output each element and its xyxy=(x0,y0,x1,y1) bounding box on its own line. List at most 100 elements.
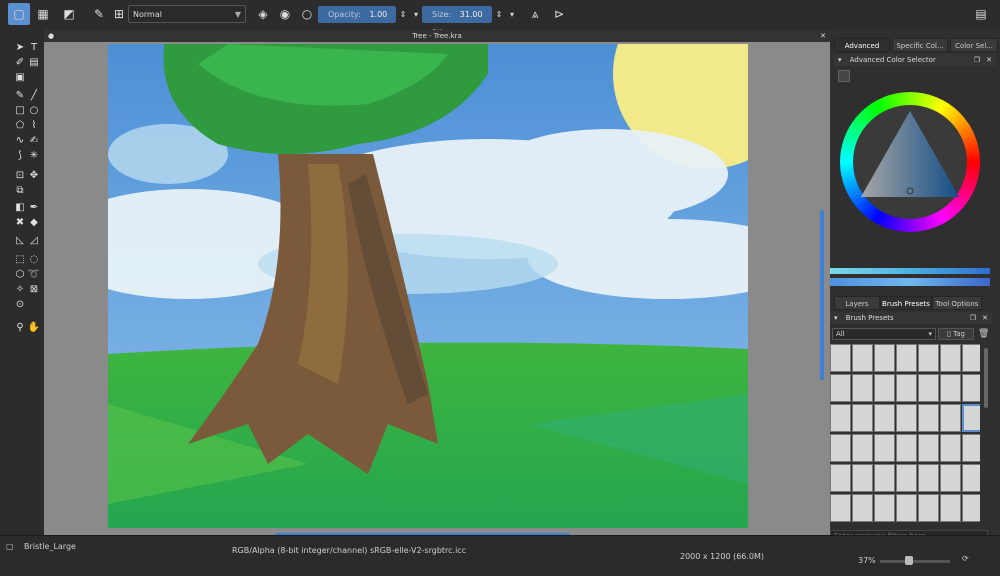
float-panel-icon[interactable]: ❐ xyxy=(970,312,976,324)
brush-preset-item[interactable] xyxy=(852,434,873,462)
color-swap-icon[interactable]: ◩ xyxy=(58,3,80,25)
mirror-horizontal-icon[interactable]: ⩓ xyxy=(524,3,546,25)
brush-preset-item[interactable] xyxy=(962,434,980,462)
tag-button[interactable]: ▯ Tag xyxy=(938,328,974,340)
canvas-vertical-scrollbar[interactable] xyxy=(820,210,824,380)
size-slider[interactable]: Size: 31.00 px xyxy=(422,6,492,36)
new-document-icon[interactable]: ▢ xyxy=(8,3,30,25)
close-icon[interactable]: ✕ xyxy=(982,312,988,324)
float-panel-icon[interactable]: ❐ xyxy=(974,54,980,66)
freehand-path-icon[interactable]: ✍ xyxy=(26,133,42,149)
brush-preset-item[interactable] xyxy=(962,464,980,492)
window-menu-icon[interactable]: ▤ xyxy=(970,3,992,25)
reload-preset-icon[interactable]: ○ xyxy=(296,3,318,25)
brush-preset-item[interactable] xyxy=(874,434,895,462)
brush-preset-item[interactable] xyxy=(896,464,917,492)
tab-tool-options[interactable]: Tool Options xyxy=(932,296,982,310)
color-shades-bar[interactable] xyxy=(830,278,990,286)
brush-preset-item[interactable] xyxy=(874,404,895,432)
zoom-slider[interactable] xyxy=(880,560,950,563)
tab-advanced-color[interactable]: Advanced Col... xyxy=(834,38,890,64)
brush-preset-item[interactable] xyxy=(852,464,873,492)
brush-preset-item[interactable] xyxy=(874,344,895,372)
brush-preset-item[interactable] xyxy=(830,344,851,372)
opacity-stepper-icon[interactable]: ⇕ xyxy=(396,3,410,25)
saturation-value-triangle[interactable] xyxy=(853,105,967,219)
size-stepper-icon[interactable]: ⇕ xyxy=(492,3,506,25)
similar-select-icon[interactable]: ⊠ xyxy=(26,282,42,298)
tab-specific-color[interactable]: Specific Col... xyxy=(892,38,948,52)
document-tab[interactable]: ● Tree - Tree.kra ✕ xyxy=(44,30,830,42)
chevron-down-icon[interactable]: ▾ xyxy=(834,314,838,322)
brush-preset-item[interactable] xyxy=(830,494,851,522)
freehand-select-icon[interactable]: ➰ xyxy=(26,267,42,283)
calligraphy-icon[interactable]: ▤ xyxy=(26,55,42,71)
brush-preset-item[interactable] xyxy=(940,344,961,372)
brush-preset-item[interactable] xyxy=(874,374,895,402)
brush-preset-item[interactable] xyxy=(852,344,873,372)
brush-preset-item[interactable] xyxy=(852,374,873,402)
opacity-dropdown-icon[interactable]: ▾ xyxy=(410,3,422,25)
brush-preset-item[interactable] xyxy=(918,344,939,372)
preset-filter-select[interactable]: All ▾ xyxy=(832,328,936,340)
brush-preset-item[interactable] xyxy=(830,434,851,462)
ellipse-tool-icon[interactable]: ○ xyxy=(26,103,42,119)
brush-preset-item-selected[interactable] xyxy=(962,404,980,432)
brush-preset-item[interactable] xyxy=(896,434,917,462)
brush-preset-item[interactable] xyxy=(852,494,873,522)
brush-preset-item[interactable] xyxy=(918,494,939,522)
brush-preset-item[interactable] xyxy=(874,464,895,492)
mirror-vertical-icon[interactable]: ⊳ xyxy=(548,3,570,25)
brush-preset-item[interactable] xyxy=(918,434,939,462)
tab-color-selector[interactable]: Color Sel... xyxy=(950,38,998,52)
opacity-slider[interactable]: Opacity: 1.00 xyxy=(318,6,396,23)
close-icon[interactable]: ✕ xyxy=(986,54,992,66)
brush-preset-item[interactable] xyxy=(896,344,917,372)
brush-preset-item[interactable] xyxy=(940,434,961,462)
rotate-canvas-icon[interactable]: ⟳ xyxy=(962,554,969,563)
text-tool-icon[interactable]: T xyxy=(26,40,42,56)
move-tool-icon[interactable]: ✥ xyxy=(26,168,42,184)
transform-tool-icon[interactable]: ⧉ xyxy=(12,183,28,199)
brush-preset-item[interactable] xyxy=(918,464,939,492)
brush-preset-item[interactable] xyxy=(962,374,980,402)
brush-preset-item[interactable] xyxy=(962,494,980,522)
ellipse-select-icon[interactable]: ◌ xyxy=(26,252,42,268)
brush-preset-item[interactable] xyxy=(918,404,939,432)
brush-preset-item[interactable] xyxy=(896,494,917,522)
tab-layers[interactable]: Layers xyxy=(834,296,880,310)
delete-preset-icon[interactable]: 🗑 xyxy=(978,328,990,340)
zoom-level[interactable]: 37% xyxy=(858,556,876,565)
brush-preset-item[interactable] xyxy=(940,374,961,402)
pan-tool-icon[interactable]: ✋ xyxy=(26,320,42,336)
brush-preset-item[interactable] xyxy=(830,374,851,402)
brush-preset-item[interactable] xyxy=(874,494,895,522)
multibrush-icon[interactable]: ✳ xyxy=(26,148,42,164)
tab-brush-presets[interactable]: Brush Presets xyxy=(880,296,932,310)
brush-preset-item[interactable] xyxy=(940,404,961,432)
close-icon[interactable]: ✕ xyxy=(820,30,826,42)
preset-scrollbar[interactable] xyxy=(984,348,988,408)
preserve-alpha-icon[interactable]: ◉ xyxy=(274,3,296,25)
color-history-bar[interactable] xyxy=(830,268,990,274)
gradient-map-icon[interactable]: ▣ xyxy=(12,70,28,86)
line-tool-icon[interactable]: ╱ xyxy=(26,88,42,104)
polyline-tool-icon[interactable]: ⌇ xyxy=(26,118,42,134)
brush-preset-item[interactable] xyxy=(830,404,851,432)
brush-preset-item[interactable] xyxy=(962,344,980,372)
size-dropdown-icon[interactable]: ▾ xyxy=(506,3,518,25)
zoom-slider-handle[interactable] xyxy=(905,556,913,565)
color-picker-icon[interactable]: ✒ xyxy=(26,200,42,216)
assistant-tool-icon[interactable]: ◿ xyxy=(26,233,42,249)
brush-preset-item[interactable] xyxy=(896,404,917,432)
brush-preset-item[interactable] xyxy=(830,464,851,492)
bezier-select-icon[interactable]: ⊙ xyxy=(12,297,28,313)
brush-preset-item[interactable] xyxy=(940,494,961,522)
pattern-icon[interactable]: ▦ xyxy=(32,3,54,25)
brush-preset-item[interactable] xyxy=(852,404,873,432)
color-settings-icon[interactable] xyxy=(838,70,850,82)
eraser-mode-icon[interactable]: ◈ xyxy=(252,3,274,25)
blend-mode-select[interactable]: Normal ▼ xyxy=(128,5,246,23)
fill-tool-icon[interactable]: ◆ xyxy=(26,215,42,231)
brush-preset-item[interactable] xyxy=(896,374,917,402)
